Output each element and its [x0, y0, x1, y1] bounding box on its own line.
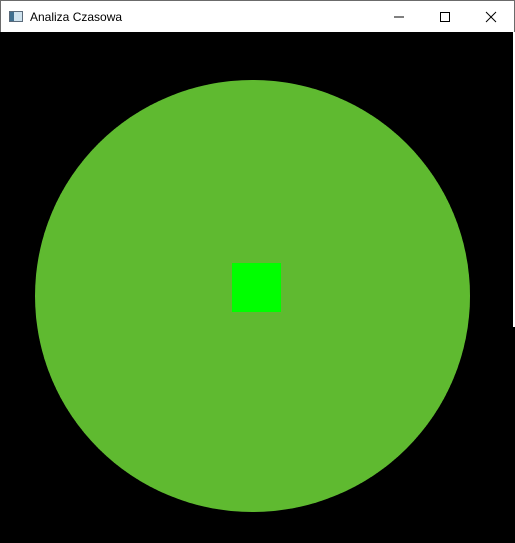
- green-core-square: [232, 263, 281, 312]
- close-button[interactable]: [468, 1, 514, 32]
- minimize-button[interactable]: [376, 1, 422, 32]
- title-bar[interactable]: Analiza Czasowa: [0, 0, 515, 32]
- app-window-icon[interactable]: [9, 11, 23, 22]
- maximize-icon: [440, 11, 450, 22]
- app-window: Analiza Czasowa: [0, 0, 515, 543]
- maximize-button[interactable]: [422, 1, 468, 32]
- close-icon: [485, 11, 497, 22]
- minimize-icon: [394, 16, 404, 17]
- window-title: Analiza Czasowa: [30, 9, 123, 24]
- render-canvas[interactable]: [0, 32, 515, 543]
